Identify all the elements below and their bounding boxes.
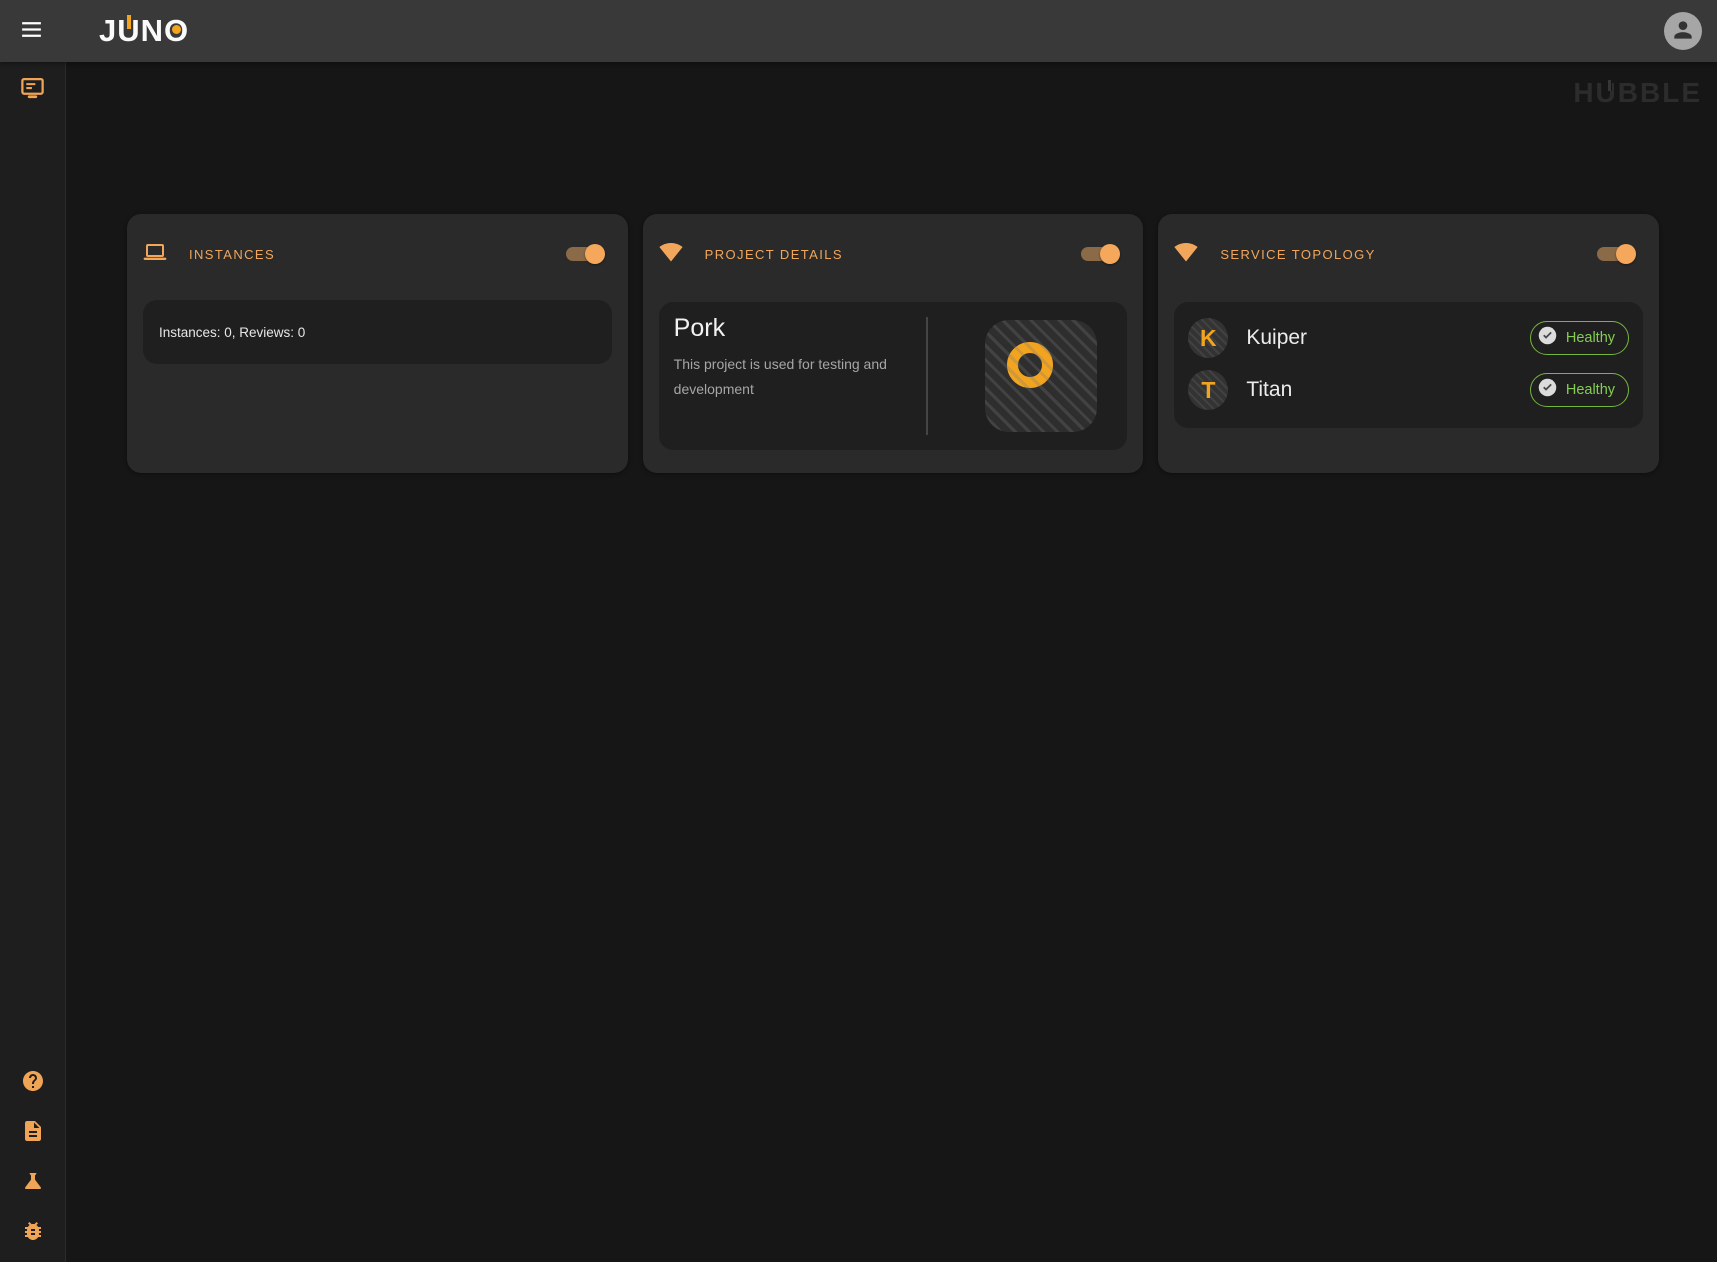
dvr-screen-icon xyxy=(19,74,46,104)
sidebar-item-help[interactable] xyxy=(19,1068,47,1096)
service-initial: T xyxy=(1201,377,1215,404)
health-status-badge: Healthy xyxy=(1530,321,1629,355)
menu-button[interactable] xyxy=(17,17,45,45)
project-panel: Pork This project is used for testing an… xyxy=(659,302,1128,450)
project-details-card: PROJECT DETAILS Pork This project is use… xyxy=(643,214,1144,473)
logo-letter: J xyxy=(99,13,117,49)
service-list-panel: K Kuiper Healthy T Titan xyxy=(1174,302,1643,428)
wifi-signal-icon xyxy=(659,240,683,269)
service-avatar: T xyxy=(1188,370,1228,410)
instances-summary-panel: Instances: 0, Reviews: 0 xyxy=(143,300,612,364)
service-row-kuiper[interactable]: K Kuiper Healthy xyxy=(1188,318,1629,358)
toggle-thumb xyxy=(1616,244,1636,264)
logo-letter: O xyxy=(164,13,189,49)
vertical-divider xyxy=(926,317,928,435)
instances-card: INSTANCES Instances: 0, Reviews: 0 xyxy=(127,214,628,473)
left-sidebar xyxy=(0,62,66,1262)
laptop-icon xyxy=(143,240,167,269)
project-details-card-title: PROJECT DETAILS xyxy=(705,247,843,262)
service-topology-card: SERVICE TOPOLOGY K Kuiper Healthy xyxy=(1158,214,1659,473)
wifi-signal-icon xyxy=(1174,240,1198,269)
service-name: Kuiper xyxy=(1246,326,1307,350)
project-name: Pork xyxy=(674,314,926,343)
instances-toggle[interactable] xyxy=(566,247,602,261)
app-root: J U N O xyxy=(0,0,1717,1262)
sidebar-item-bug-report[interactable] xyxy=(19,1218,47,1246)
dashboard-cards: INSTANCES Instances: 0, Reviews: 0 PROJE… xyxy=(127,214,1659,473)
top-app-bar: J U N O xyxy=(0,0,1717,62)
watermark-u-mark xyxy=(1608,80,1612,91)
logo-letter: N xyxy=(141,13,164,49)
flask-icon xyxy=(21,1169,45,1196)
instances-card-title: INSTANCES xyxy=(189,247,275,262)
sidebar-item-dashboard[interactable] xyxy=(19,75,47,103)
person-icon xyxy=(1670,17,1696,46)
project-logo-image xyxy=(985,320,1097,432)
check-circle-icon xyxy=(1537,325,1558,351)
sidebar-item-docs[interactable] xyxy=(19,1118,47,1146)
health-status-text: Healthy xyxy=(1566,330,1615,346)
bug-icon xyxy=(21,1219,45,1246)
document-icon xyxy=(21,1119,45,1146)
project-details-toggle[interactable] xyxy=(1081,247,1117,261)
service-topology-toggle[interactable] xyxy=(1597,247,1633,261)
service-topology-card-header: SERVICE TOPOLOGY xyxy=(1174,242,1643,266)
logo-letter: U xyxy=(117,13,140,49)
service-row-titan[interactable]: T Titan Healthy xyxy=(1188,370,1629,410)
service-initial: K xyxy=(1200,325,1217,352)
toggle-thumb xyxy=(1100,244,1120,264)
help-icon xyxy=(21,1069,45,1096)
main-content: HUBBLE INSTANCES Insta xyxy=(66,62,1717,1262)
health-status-text: Healthy xyxy=(1566,382,1615,398)
check-circle-icon xyxy=(1537,377,1558,403)
health-status-badge: Healthy xyxy=(1530,373,1629,407)
toggle-thumb xyxy=(585,244,605,264)
instances-card-header: INSTANCES xyxy=(143,242,612,266)
instances-summary-text: Instances: 0, Reviews: 0 xyxy=(159,325,305,340)
user-avatar-button[interactable] xyxy=(1664,12,1702,50)
service-avatar: K xyxy=(1188,318,1228,358)
sidebar-item-experiments[interactable] xyxy=(19,1168,47,1196)
hamburger-icon xyxy=(19,17,44,45)
watermark-text: HUBBLE xyxy=(1573,77,1702,108)
service-topology-card-title: SERVICE TOPOLOGY xyxy=(1220,247,1375,262)
orange-ring-logo xyxy=(1007,342,1053,388)
service-name: Titan xyxy=(1246,378,1292,402)
sidebar-bottom-group xyxy=(19,1068,47,1262)
project-description: This project is used for testing and dev… xyxy=(674,352,926,402)
juno-logo: J U N O xyxy=(99,13,189,49)
hubble-watermark: HUBBLE xyxy=(1573,77,1702,109)
project-details-card-header: PROJECT DETAILS xyxy=(659,242,1128,266)
project-text-block: Pork This project is used for testing an… xyxy=(659,302,926,450)
